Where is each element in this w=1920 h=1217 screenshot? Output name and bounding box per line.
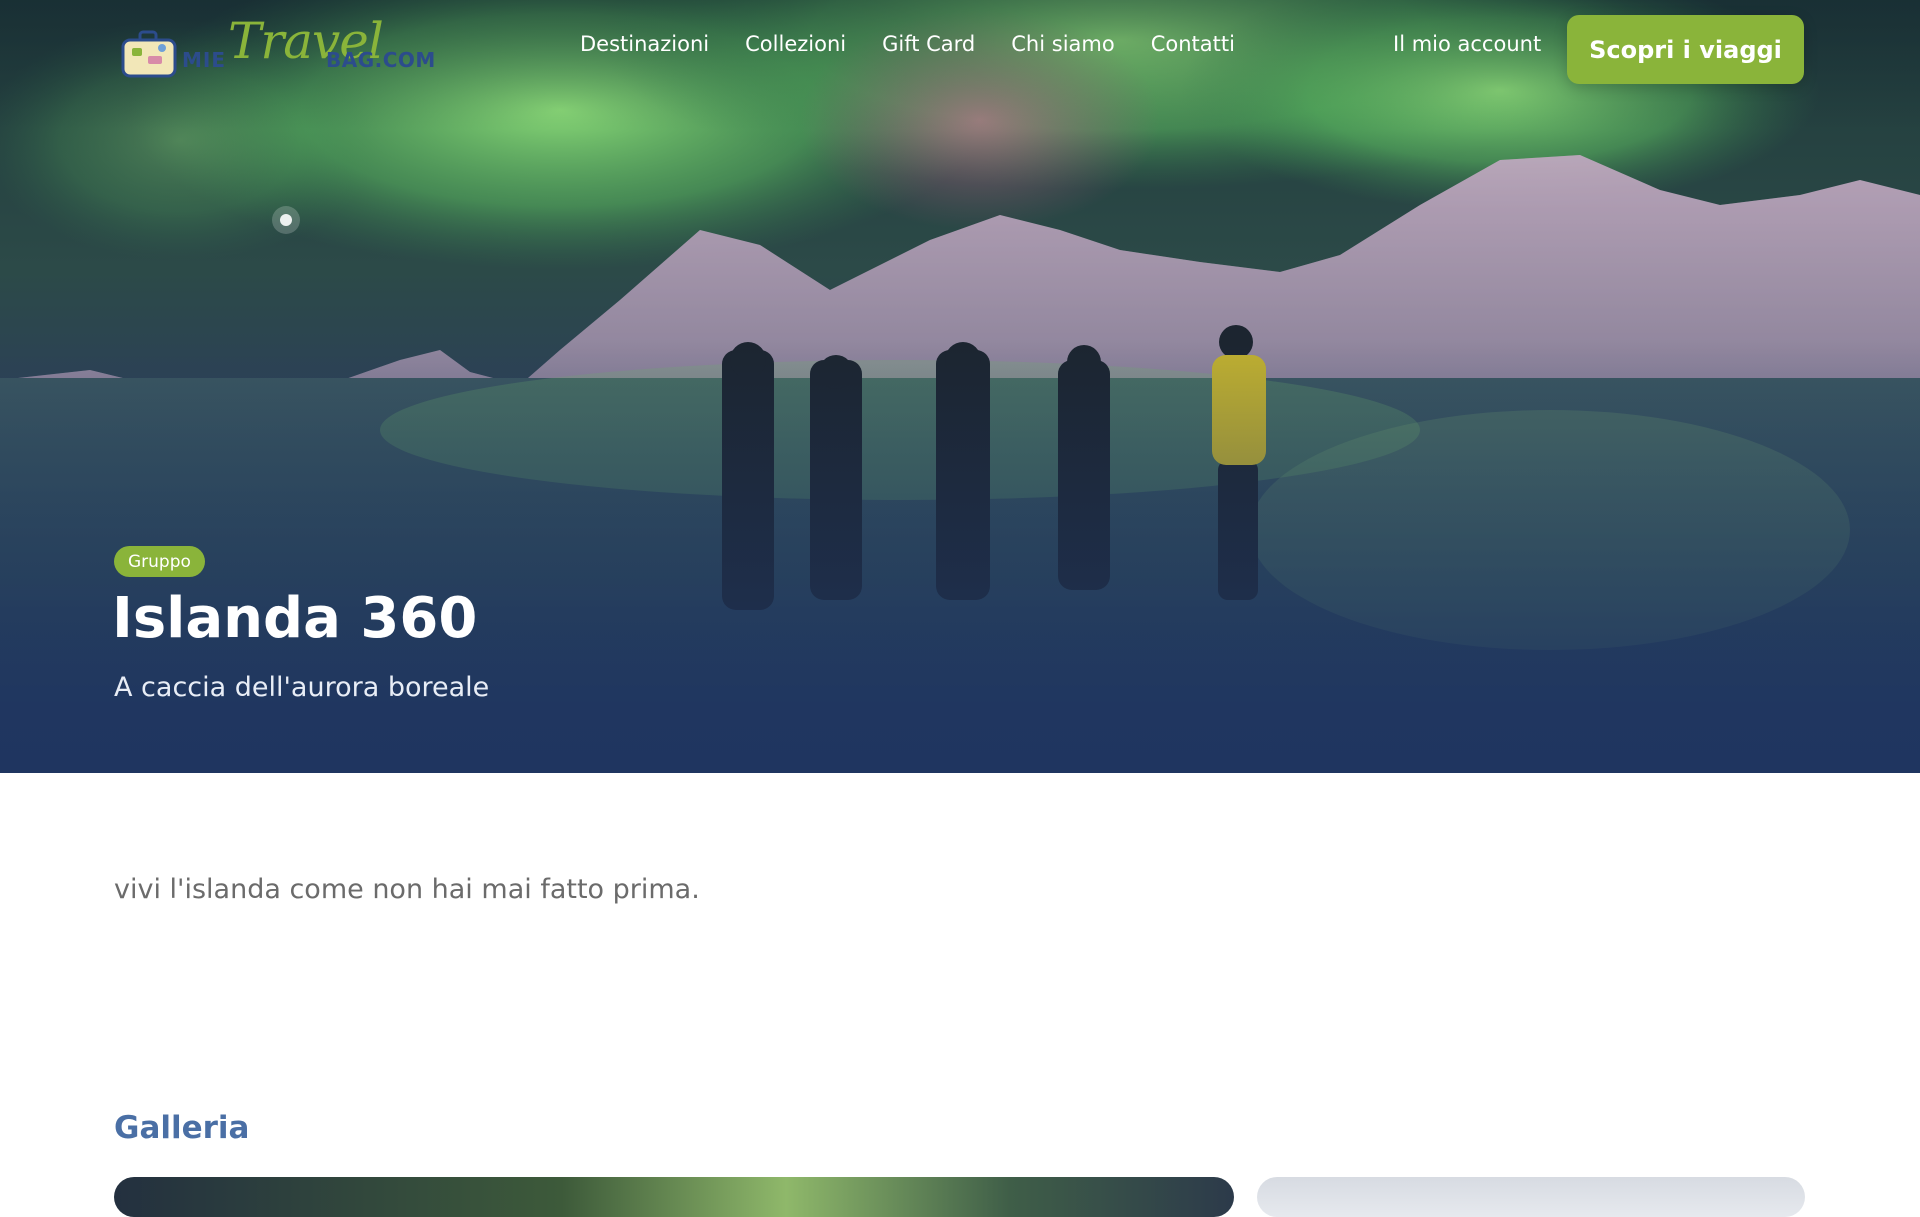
nav-link-destinazioni[interactable]: Destinazioni xyxy=(580,32,709,56)
page-subtitle: A caccia dell'aurora boreale xyxy=(114,672,490,703)
trip-type-badge: Gruppo xyxy=(114,546,205,577)
hero-banner: MIE Travel BAG.COM Destinazioni Collezio… xyxy=(0,0,1920,773)
nav-link-chi-siamo[interactable]: Chi siamo xyxy=(1011,32,1114,56)
nav-link-contatti[interactable]: Contatti xyxy=(1151,32,1235,56)
nav-link-gift-card[interactable]: Gift Card xyxy=(882,32,975,56)
intro-text: vivi l'islanda come non hai mai fatto pr… xyxy=(114,874,700,905)
site-logo[interactable]: MIE Travel BAG.COM xyxy=(118,12,435,82)
nav-link-collezioni[interactable]: Collezioni xyxy=(745,32,846,56)
logo-suffix: BAG.COM xyxy=(326,48,436,72)
suitcase-icon xyxy=(121,30,177,78)
page-title: Islanda 360 xyxy=(112,586,478,651)
top-navbar: MIE Travel BAG.COM Destinazioni Collezio… xyxy=(0,0,1920,100)
discover-trips-button[interactable]: Scopri i viaggi xyxy=(1567,15,1804,84)
logo-prefix: MIE xyxy=(182,48,227,72)
hero-image xyxy=(0,0,1920,773)
gallery-image-2[interactable] xyxy=(1257,1177,1805,1217)
gallery-heading: Galleria xyxy=(114,1110,250,1146)
main-nav: Destinazioni Collezioni Gift Card Chi si… xyxy=(580,32,1235,56)
gallery-image-1[interactable] xyxy=(114,1177,1234,1217)
account-link[interactable]: Il mio account xyxy=(1393,32,1541,56)
